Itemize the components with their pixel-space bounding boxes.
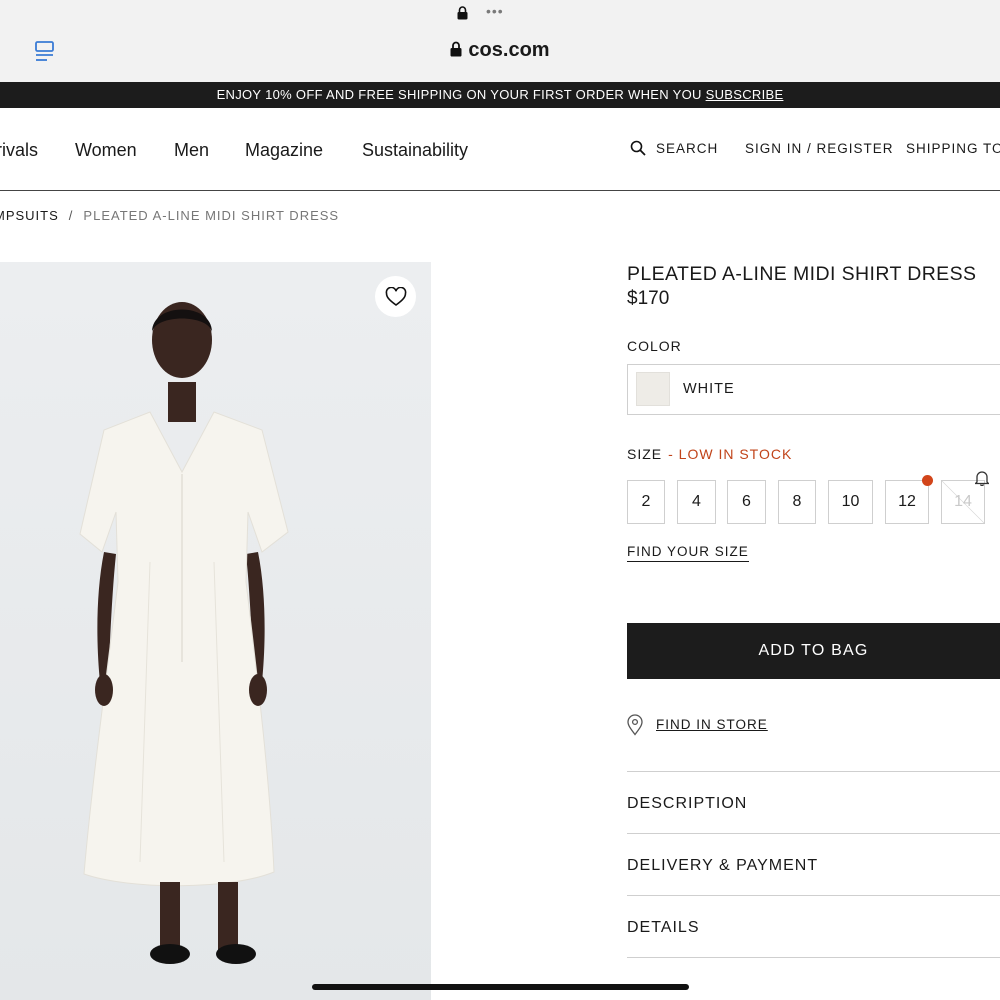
breadcrumb-parent[interactable]: MPSUITS <box>0 208 59 223</box>
sign-in-register-link[interactable]: SIGN IN / REGISTER <box>745 141 894 156</box>
breadcrumb-current: PLEATED A-LINE MIDI SHIRT DRESS <box>83 208 340 223</box>
size-option-12[interactable]: 12 <box>885 480 929 524</box>
size-label: SIZE <box>627 446 663 462</box>
heart-icon <box>385 286 406 306</box>
search-icon[interactable] <box>630 140 646 156</box>
accordion-divider <box>627 957 1000 958</box>
find-your-size-link[interactable]: FIND YOUR SIZE <box>627 544 749 562</box>
size-option-6[interactable]: 6 <box>727 480 766 524</box>
product-title: PLEATED A-LINE MIDI SHIRT DRESS <box>627 263 977 285</box>
add-to-bag-button[interactable]: ADD TO BAG <box>627 623 1000 679</box>
home-indicator[interactable] <box>312 984 689 990</box>
menu-dots-icon[interactable]: ••• <box>486 3 504 19</box>
nav-item-women[interactable]: Women <box>75 140 137 161</box>
color-swatch <box>636 372 670 406</box>
nav-item-magazine[interactable]: Magazine <box>245 140 323 161</box>
accordion-description-label: DESCRIPTION <box>627 795 748 812</box>
size-label-row: SIZE - LOW IN STOCK <box>627 446 792 462</box>
browser-chrome: ••• cos.com <box>0 0 1000 82</box>
url-text: cos.com <box>468 39 550 61</box>
nav-item-sustainability[interactable]: Sustainability <box>362 140 468 161</box>
product-price: $170 <box>627 288 670 309</box>
shipping-to-selector[interactable]: SHIPPING TO <box>906 141 1000 156</box>
breadcrumb: MPSUITS / PLEATED A-LINE MIDI SHIRT DRESS <box>0 208 339 223</box>
status-bar: ••• <box>0 3 1000 24</box>
notify-bell-icon[interactable] <box>975 470 989 486</box>
size-option-4[interactable]: 4 <box>677 480 716 524</box>
low-stock-dot <box>922 475 933 486</box>
accordion-delivery-payment[interactable]: DELIVERY & PAYMENT <box>627 833 1000 896</box>
size-option-14-sold-out[interactable]: 14 <box>941 480 985 524</box>
accordion-details-label: DETAILS <box>627 919 700 936</box>
promo-text: ENJOY 10% OFF AND FREE SHIPPING ON YOUR … <box>216 87 706 102</box>
find-in-store-link[interactable]: FIND IN STORE <box>656 717 768 732</box>
breadcrumb-separator: / <box>68 208 74 223</box>
size-option-10[interactable]: 10 <box>828 480 873 524</box>
model-photo-illustration <box>0 262 431 1000</box>
color-selector[interactable]: WHITE <box>627 364 1000 415</box>
lock-icon <box>457 6 468 20</box>
product-image[interactable] <box>0 262 431 1000</box>
nav-item-new-arrivals[interactable]: rivals <box>0 140 38 161</box>
accordion-delivery-label: DELIVERY & PAYMENT <box>627 857 819 874</box>
selected-color: WHITE <box>683 381 735 397</box>
wishlist-button[interactable] <box>375 276 416 317</box>
accordion-description[interactable]: DESCRIPTION <box>627 771 1000 834</box>
location-pin-icon <box>627 714 643 736</box>
subscribe-link[interactable]: SUBSCRIBE <box>706 87 784 102</box>
size-option-2[interactable]: 2 <box>627 480 665 524</box>
search-button[interactable]: SEARCH <box>656 141 718 156</box>
address-bar[interactable]: cos.com <box>0 39 1000 62</box>
color-label: COLOR <box>627 338 682 354</box>
secure-lock-icon <box>450 41 462 57</box>
low-stock-note: - LOW IN STOCK <box>668 446 793 462</box>
main-nav: rivals Women Men Magazine Sustainability… <box>0 108 1000 191</box>
promo-banner: ENJOY 10% OFF AND FREE SHIPPING ON YOUR … <box>0 82 1000 108</box>
size-option-8[interactable]: 8 <box>778 480 816 524</box>
accordion-details[interactable]: DETAILS <box>627 895 1000 958</box>
nav-item-men[interactable]: Men <box>174 140 209 161</box>
